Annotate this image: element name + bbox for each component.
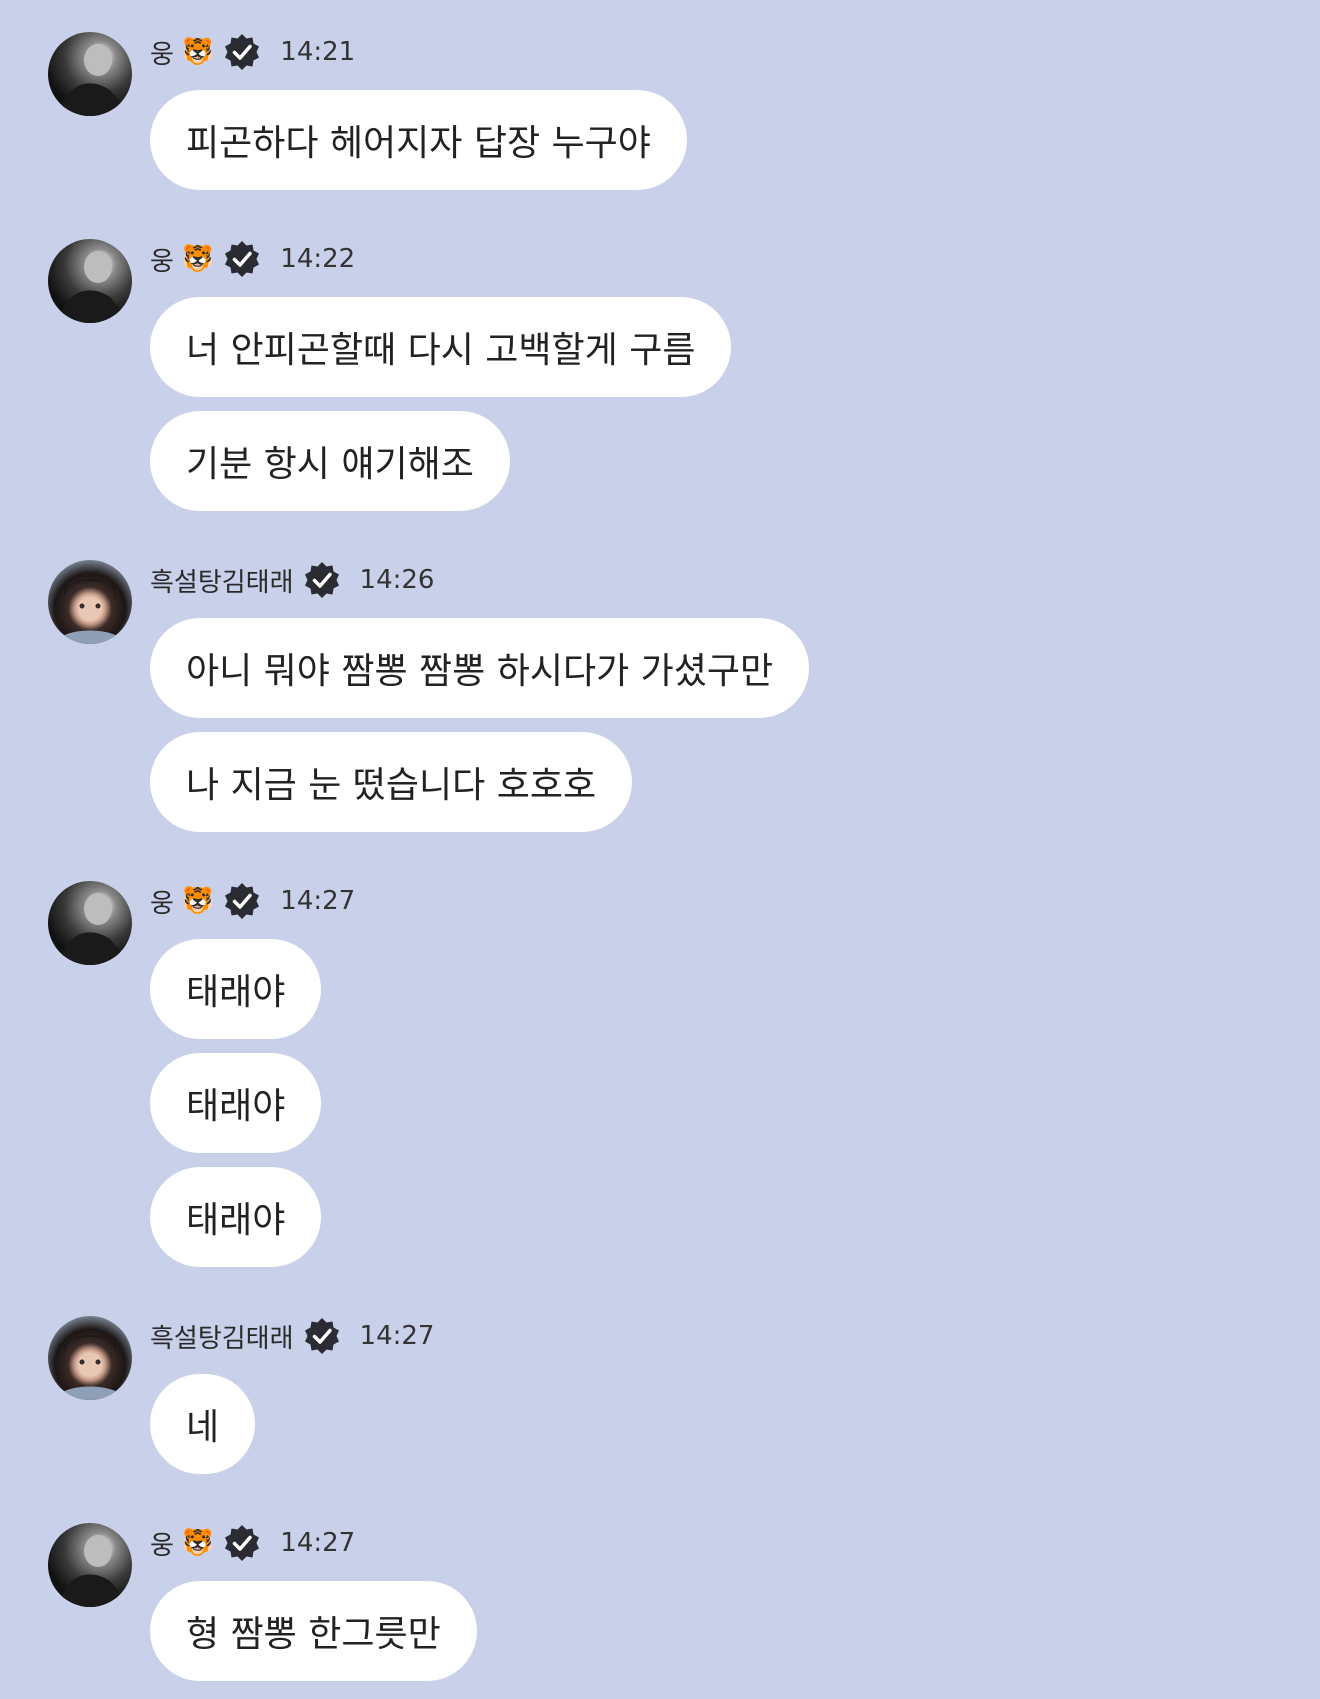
message-bubble[interactable]: 기분 항시 얘기해조 [150, 411, 510, 511]
avatar-image [54, 579, 126, 644]
avatar-image [58, 251, 132, 323]
message-group: 흑설탕김태래 14:26 아니 뭐야 짬뽕 짬뽕 하시다가 가셨구만 나 지금 … [0, 560, 1320, 834]
message-text: 태래야 [186, 1086, 286, 1127]
message-text: 네 [186, 1407, 220, 1448]
message-header: 흑설탕김태래 14:26 [150, 560, 434, 600]
message-bubble[interactable]: 피곤하다 헤어지자 답장 누구야 [150, 90, 687, 190]
avatar[interactable] [48, 32, 132, 116]
verified-badge-icon [225, 883, 260, 919]
message-bubble[interactable]: 태래야 [150, 939, 322, 1039]
timestamp: 14:27 [359, 1321, 435, 1351]
avatar[interactable] [48, 1523, 132, 1607]
avatar[interactable] [48, 560, 132, 644]
message-header: 웅 🐯 14:27 [150, 1523, 355, 1563]
message-group: 흑설탕김태래 14:27 네 [0, 1316, 1320, 1476]
tiger-emoji-icon: 🐯 [181, 886, 215, 916]
sender-name[interactable]: 흑설탕김태래 [150, 1318, 294, 1355]
message-text: 기분 항시 얘기해조 [186, 444, 474, 485]
timestamp: 14:27 [280, 1528, 356, 1558]
message-bubble[interactable]: 아니 뭐야 짬뽕 짬뽕 하시다가 가셨구만 [150, 618, 810, 718]
message-header: 웅 🐯 14:22 [150, 239, 355, 279]
tiger-emoji-icon: 🐯 [181, 1528, 215, 1558]
message-text: 너 안피곤할때 다시 고백할게 구름 [186, 330, 696, 371]
message-bubble[interactable]: 형 짬뽕 한그릇만 [150, 1581, 477, 1681]
avatar[interactable] [48, 881, 132, 965]
tiger-emoji-icon: 🐯 [181, 244, 215, 274]
avatar[interactable] [48, 1316, 132, 1400]
verified-badge-icon [225, 241, 260, 277]
message-text: 피곤하다 헤어지자 답장 누구야 [186, 123, 651, 164]
chat-thread[interactable]: 웅 🐯 14:21 피곤하다 헤어지자 답장 누구야 웅 🐯 14:22 너 안… [0, 0, 1320, 1699]
sender-name[interactable]: 웅 [150, 1525, 174, 1562]
message-text: 태래야 [186, 1200, 286, 1241]
avatar[interactable] [48, 239, 132, 323]
message-group: 웅 🐯 14:22 너 안피곤할때 다시 고백할게 구름 기분 항시 얘기해조 [0, 239, 1320, 513]
message-text: 태래야 [186, 972, 286, 1013]
message-group: 웅 🐯 14:27 형 짬뽕 한그릇만 [0, 1523, 1320, 1683]
verified-badge-icon [225, 1525, 260, 1561]
sender-name[interactable]: 웅 [150, 883, 174, 920]
message-text: 형 짬뽕 한그릇만 [186, 1614, 441, 1655]
tiger-emoji-icon: 🐯 [181, 37, 215, 67]
verified-badge-icon [304, 1318, 339, 1354]
message-text: 아니 뭐야 짬뽕 짬뽕 하시다가 가셨구만 [186, 651, 774, 692]
message-bubble[interactable]: 너 안피곤할때 다시 고백할게 구름 [150, 297, 732, 397]
message-header: 흑설탕김태래 14:27 [150, 1316, 434, 1356]
avatar-image [58, 1535, 132, 1607]
message-bubble[interactable]: 네 [150, 1374, 256, 1474]
message-header: 웅 🐯 14:27 [150, 881, 355, 921]
timestamp: 14:26 [359, 565, 435, 595]
message-bubble[interactable]: 나 지금 눈 떴습니다 호호호 [150, 732, 633, 832]
verified-badge-icon [304, 562, 339, 598]
message-bubble[interactable]: 태래야 [150, 1167, 322, 1267]
message-group: 웅 🐯 14:27 태래야 태래야 태래야 [0, 881, 1320, 1269]
verified-badge-icon [225, 34, 260, 70]
avatar-image [58, 893, 132, 965]
sender-name[interactable]: 웅 [150, 34, 174, 71]
avatar-image [54, 1335, 126, 1400]
message-header: 웅 🐯 14:21 [150, 32, 355, 72]
message-group: 웅 🐯 14:21 피곤하다 헤어지자 답장 누구야 [0, 32, 1320, 192]
message-text: 나 지금 눈 떴습니다 호호호 [186, 765, 597, 806]
timestamp: 14:21 [280, 37, 356, 67]
message-bubble[interactable]: 태래야 [150, 1053, 322, 1153]
timestamp: 14:22 [280, 244, 356, 274]
timestamp: 14:27 [280, 886, 356, 916]
sender-name[interactable]: 웅 [150, 241, 174, 278]
avatar-image [58, 44, 132, 116]
sender-name[interactable]: 흑설탕김태래 [150, 562, 294, 599]
